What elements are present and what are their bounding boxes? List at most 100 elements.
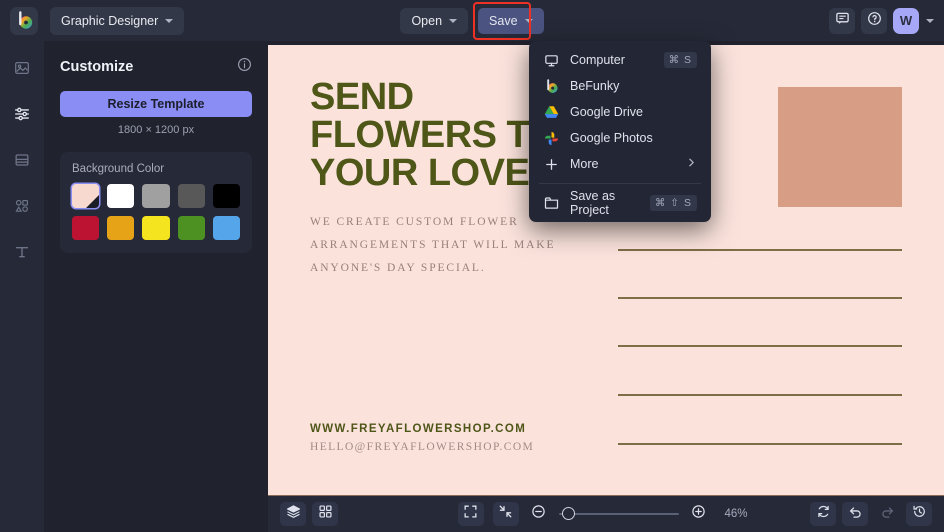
resize-template-button[interactable]: Resize Template [60, 91, 252, 117]
save-button[interactable]: Save [478, 8, 544, 34]
color-swatch[interactable] [178, 216, 205, 240]
chevron-down-icon[interactable] [926, 19, 934, 23]
redo-icon [880, 504, 895, 524]
template-dimensions: 1800 × 1200 px [60, 124, 252, 136]
canvas-email[interactable]: HELLO@FREYAFLOWERSHOP.COM [310, 441, 534, 453]
save-label: Save [489, 14, 518, 28]
menu-label: Google Photos [570, 131, 697, 145]
menu-item-google-photos[interactable]: Google Photos [529, 125, 711, 151]
grid-icon [318, 504, 333, 524]
top-right-actions: W [829, 0, 934, 41]
canvas-rule [618, 443, 902, 445]
sidebar-item-templates[interactable] [7, 147, 37, 177]
menu-shortcut: ⌘ ⇧ S [650, 195, 697, 211]
color-swatch[interactable] [142, 184, 169, 208]
canvas-website-url[interactable]: WWW.FREYAFLOWERSHOP.COM [310, 423, 526, 435]
sliders-icon [13, 105, 31, 128]
info-circle-icon[interactable] [237, 57, 252, 77]
save-dropdown-menu: Computer ⌘ S BeFunky [529, 41, 711, 222]
menu-label: Save as Project [570, 189, 639, 217]
canvas-photo-placeholder[interactable] [778, 87, 902, 207]
history-icon [912, 504, 927, 524]
reset-button[interactable] [810, 502, 836, 526]
befunky-editor-window: Graphic Designer Open Save [0, 0, 944, 532]
help-circle-icon [867, 11, 882, 31]
chevron-down-icon [449, 19, 457, 23]
color-swatch[interactable] [213, 184, 240, 208]
color-swatch[interactable] [107, 184, 134, 208]
chevron-right-icon [686, 155, 697, 173]
color-swatch[interactable] [142, 216, 169, 240]
background-color-section: Background Color [60, 152, 252, 253]
menu-item-computer[interactable]: Computer ⌘ S [529, 47, 711, 73]
color-swatch[interactable] [107, 216, 134, 240]
reset-icon [816, 504, 831, 524]
layers-button[interactable] [280, 502, 306, 526]
undo-icon [848, 504, 863, 524]
resize-template-label: Resize Template [107, 97, 204, 111]
sidebar-item-image[interactable] [7, 55, 37, 85]
menu-separator [539, 183, 701, 184]
chevron-down-icon [525, 19, 533, 23]
sidebar-item-customize[interactable] [7, 101, 37, 131]
redo-button[interactable] [874, 502, 900, 526]
menu-label: Google Drive [570, 105, 697, 119]
zoom-out-icon [531, 504, 546, 524]
monitor-icon [543, 53, 559, 68]
left-icon-rail [0, 41, 44, 532]
menu-item-befunky[interactable]: BeFunky [529, 73, 711, 99]
menu-item-save-as-project[interactable]: Save as Project ⌘ ⇧ S [529, 190, 711, 216]
bottom-left-tools [280, 502, 338, 526]
sidebar-item-text[interactable] [7, 239, 37, 269]
save-button-wrapper: Save [478, 8, 544, 34]
canvas-rule [618, 345, 902, 347]
zoom-in-button[interactable] [688, 503, 710, 525]
menu-item-more[interactable]: More [529, 151, 711, 177]
swatch-corner-icon [86, 195, 99, 208]
zoom-slider-track [559, 513, 679, 515]
befunky-logo-icon [15, 11, 34, 30]
menu-label: More [570, 157, 675, 171]
help-button[interactable] [861, 8, 887, 34]
canvas-subtext[interactable]: WE CREATE CUSTOM FLOWER ARRANGEMENTS THA… [310, 211, 555, 280]
color-swatch[interactable] [72, 184, 99, 208]
plus-icon [543, 157, 559, 172]
history-button[interactable] [906, 502, 932, 526]
menu-item-google-drive[interactable]: Google Drive [529, 99, 711, 125]
shrink-button[interactable] [493, 502, 519, 526]
background-color-label: Background Color [72, 163, 240, 175]
befunky-logo-button[interactable] [10, 7, 38, 35]
google-drive-icon [543, 105, 559, 119]
open-button[interactable]: Open [400, 8, 468, 34]
panel-header: Customize [60, 57, 252, 77]
color-swatch[interactable] [178, 184, 205, 208]
undo-button[interactable] [842, 502, 868, 526]
customize-panel: Customize Resize Template 1800 × 1200 px… [44, 41, 268, 532]
chevron-down-icon [165, 19, 173, 23]
befunky-logo-icon [543, 79, 559, 94]
avatar[interactable]: W [893, 8, 919, 34]
avatar-initial: W [900, 13, 912, 28]
zoom-level-label: 46% [725, 508, 755, 520]
open-label: Open [411, 14, 442, 28]
color-swatch[interactable] [213, 216, 240, 240]
swatch-row-2 [72, 216, 240, 240]
canvas-rule [618, 394, 902, 396]
templates-icon [13, 151, 31, 174]
swatch-row-1 [72, 184, 240, 208]
layers-icon [286, 504, 301, 524]
color-swatch[interactable] [72, 216, 99, 240]
sidebar-item-graphics[interactable] [7, 193, 37, 223]
workspace-selector[interactable]: Graphic Designer [50, 7, 184, 35]
fit-screen-button[interactable] [458, 502, 484, 526]
fit-screen-icon [463, 504, 478, 524]
page-title: Customize [60, 59, 133, 75]
chat-button[interactable] [829, 8, 855, 34]
zoom-out-button[interactable] [528, 503, 550, 525]
image-icon [13, 59, 31, 82]
text-icon [13, 243, 31, 266]
canvas-headline[interactable]: SEND FLOWERS TO YOUR LOVE [310, 78, 558, 192]
zoom-slider-handle[interactable] [562, 507, 575, 520]
grid-button[interactable] [312, 502, 338, 526]
zoom-slider[interactable] [559, 507, 679, 521]
